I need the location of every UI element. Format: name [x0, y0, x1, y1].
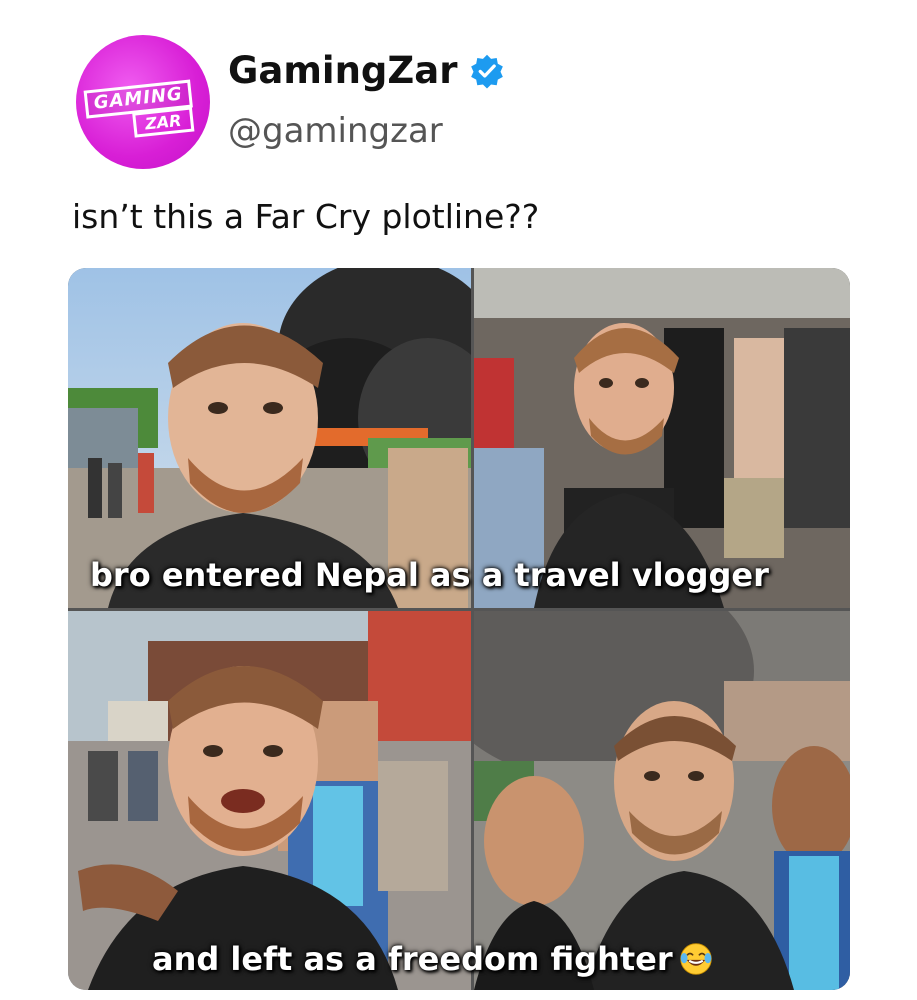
author-name-row: GamingZar	[228, 49, 505, 92]
meme-panel-bottom-left	[68, 611, 471, 990]
gamingzar-logo: GAMING ZAR	[83, 79, 196, 143]
post-header: GAMING ZAR GamingZar @gamingzar	[76, 35, 856, 175]
meme-text-bottom-label: and left as a freedom fighter	[152, 940, 673, 978]
logo-text-zar: ZAR	[132, 106, 195, 138]
meme-text-top: bro entered Nepal as a travel vlogger	[90, 556, 769, 594]
author-name[interactable]: GamingZar	[228, 49, 457, 92]
verified-badge-icon	[471, 54, 504, 89]
avatar[interactable]: GAMING ZAR	[76, 35, 210, 169]
laughing-crying-emoji-icon	[679, 943, 712, 975]
meme-text-bottom: and left as a freedom fighter	[152, 940, 713, 978]
post-media-image[interactable]: bro entered Nepal as a travel vlogger an…	[68, 268, 850, 990]
post-caption: isn’t this a Far Cry plotline??	[72, 197, 540, 236]
meme-panel-bottom-right	[474, 611, 850, 990]
author-handle[interactable]: @gamingzar	[228, 111, 443, 151]
